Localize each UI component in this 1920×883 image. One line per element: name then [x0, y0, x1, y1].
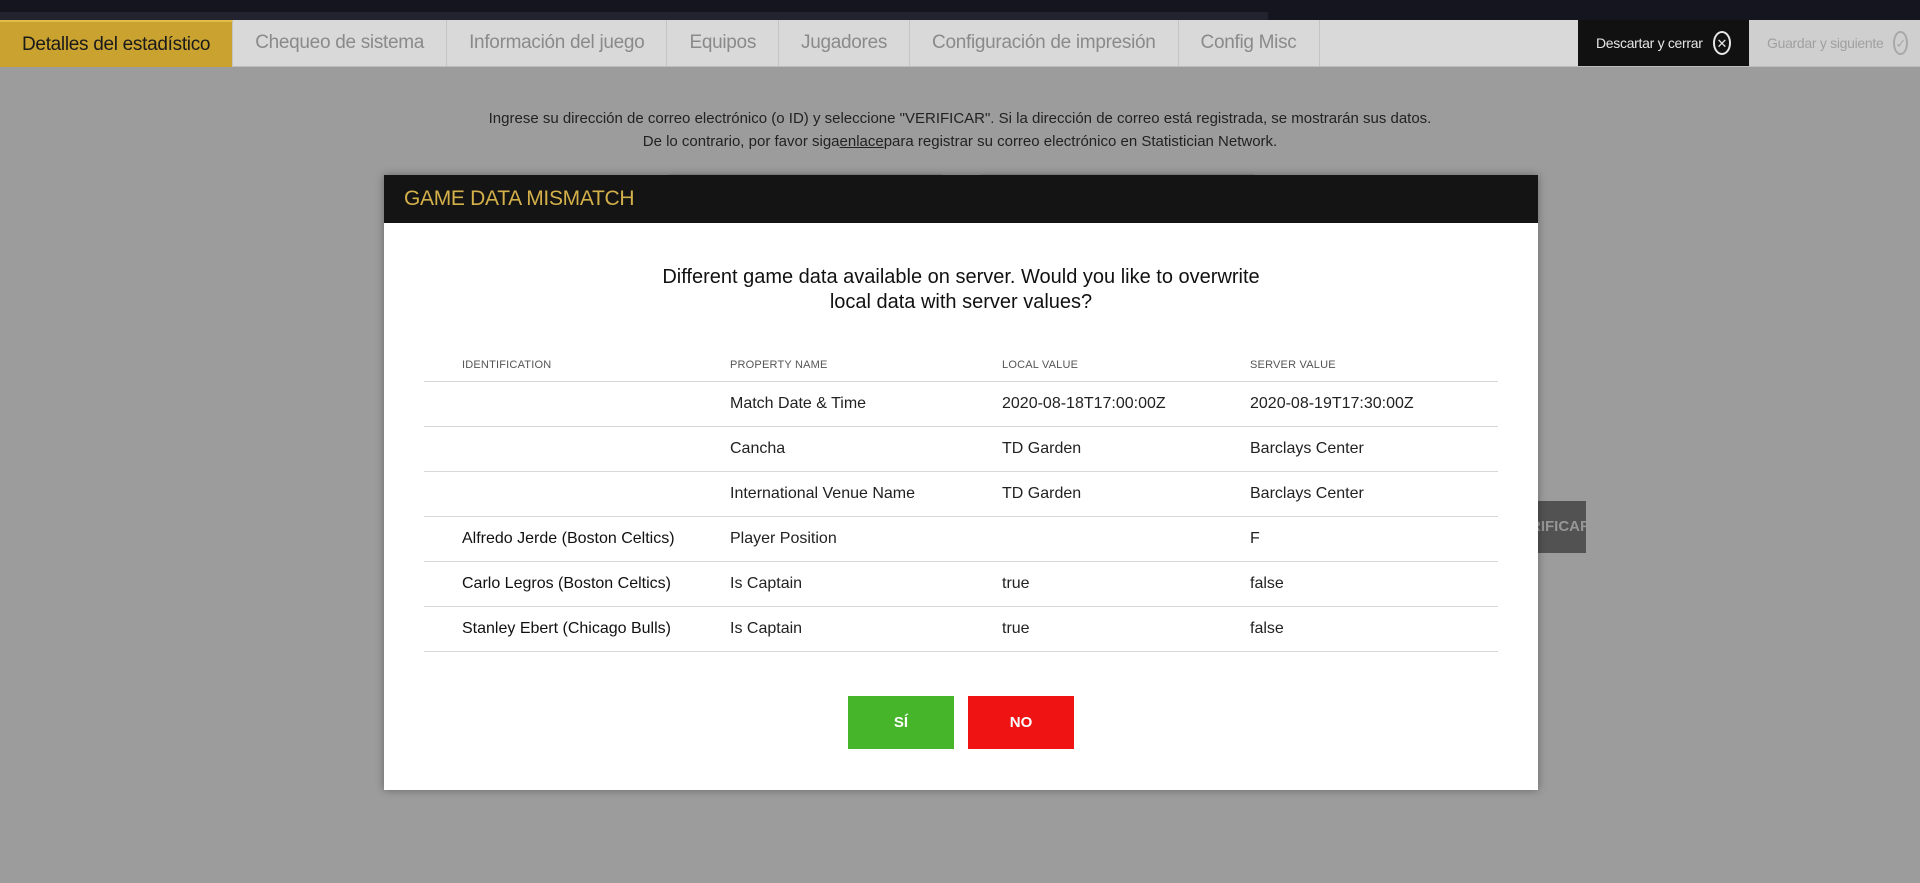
tab-misc-settings[interactable]: Config Misc: [1179, 20, 1320, 66]
tab-actions: Descartar y cerrar ✕ Guardar y siguiente…: [1578, 20, 1920, 66]
table-row: Match Date & Time 2020-08-18T17:00:00Z 2…: [424, 382, 1498, 427]
discard-and-close-label: Descartar y cerrar: [1596, 35, 1703, 51]
column-header-identification: IDENTIFICATION: [462, 359, 552, 371]
dialog-header: GAME DATA MISMATCH: [384, 175, 1538, 223]
cell-local-value: TD Garden: [1002, 485, 1082, 502]
check-icon: ✓: [1893, 31, 1909, 55]
dialog-question: Different game data available on server.…: [662, 266, 1260, 313]
close-icon: ✕: [1712, 31, 1731, 55]
cell-server-value: F: [1250, 530, 1260, 547]
column-header-property: PROPERTY NAME: [730, 359, 828, 371]
top-progress-strip: [0, 12, 1268, 20]
cell-local-value: true: [1002, 575, 1030, 592]
cell-server-value: false: [1250, 620, 1284, 637]
cell-identification: Carlo Legros (Boston Celtics): [462, 575, 671, 592]
cell-identification: Alfredo Jerde (Boston Celtics): [462, 530, 675, 547]
tab-players[interactable]: Jugadores: [779, 20, 911, 66]
cell-property: Cancha: [730, 440, 786, 457]
tab-bar: Detalles del estadístico Chequeo de sist…: [0, 20, 1920, 68]
tab-list: Detalles del estadístico Chequeo de sist…: [0, 20, 1320, 68]
tab-game-info[interactable]: Información del juego: [447, 20, 668, 66]
cell-property: Is Captain: [730, 575, 803, 592]
cell-server-value: false: [1250, 575, 1284, 592]
cell-local-value: true: [1002, 620, 1030, 637]
column-header-server: SERVER VALUE: [1250, 359, 1336, 371]
cell-local-value: TD Garden: [1002, 440, 1082, 457]
cell-local-value: 2020-08-18T17:00:00Z: [1002, 395, 1166, 412]
table-row: Alfredo Jerde (Boston Celtics) Player Po…: [424, 517, 1498, 562]
tab-statistician-details[interactable]: Detalles del estadístico: [0, 20, 234, 68]
tab-print-settings[interactable]: Configuración de impresión: [910, 20, 1179, 66]
table-row: Carlo Legros (Boston Celtics) Is Captain…: [424, 562, 1498, 607]
table-row: Cancha TD Garden Barclays Center: [424, 427, 1498, 472]
cell-server-value: Barclays Center: [1250, 485, 1364, 502]
no-button[interactable]: NO: [968, 696, 1074, 749]
cell-property: Player Position: [730, 530, 837, 547]
cell-property: Is Captain: [730, 620, 803, 637]
table-row: International Venue Name TD Garden Barcl…: [424, 472, 1498, 517]
cell-property: Match Date & Time: [730, 395, 867, 412]
game-data-mismatch-dialog: GAME DATA MISMATCH Different game data a…: [384, 175, 1538, 790]
cell-server-value: 2020-08-19T17:30:00Z: [1250, 395, 1414, 412]
dialog-title: GAME DATA MISMATCH: [404, 187, 635, 210]
yes-button[interactable]: SÍ: [848, 696, 954, 749]
cell-identification: Stanley Ebert (Chicago Bulls): [462, 620, 671, 637]
cell-property: International Venue Name: [730, 485, 916, 502]
discard-and-close-button[interactable]: Descartar y cerrar ✕: [1578, 20, 1749, 66]
top-strip: [0, 0, 1920, 20]
tab-system-check[interactable]: Chequeo de sistema: [233, 20, 448, 66]
cell-server-value: Barclays Center: [1250, 440, 1364, 457]
column-header-local: LOCAL VALUE: [1002, 359, 1079, 371]
save-and-next-button[interactable]: Guardar y siguiente ✓: [1749, 20, 1920, 66]
table-header-row: IDENTIFICATION PROPERTY NAME LOCAL VALUE…: [424, 349, 1498, 382]
dialog-button-row: SÍ NO: [384, 696, 1538, 749]
mismatch-table: IDENTIFICATION PROPERTY NAME LOCAL VALUE…: [424, 349, 1498, 652]
save-and-next-label: Guardar y siguiente: [1767, 35, 1884, 51]
tab-teams[interactable]: Equipos: [667, 20, 780, 66]
table-row: Stanley Ebert (Chicago Bulls) Is Captain…: [424, 607, 1498, 652]
